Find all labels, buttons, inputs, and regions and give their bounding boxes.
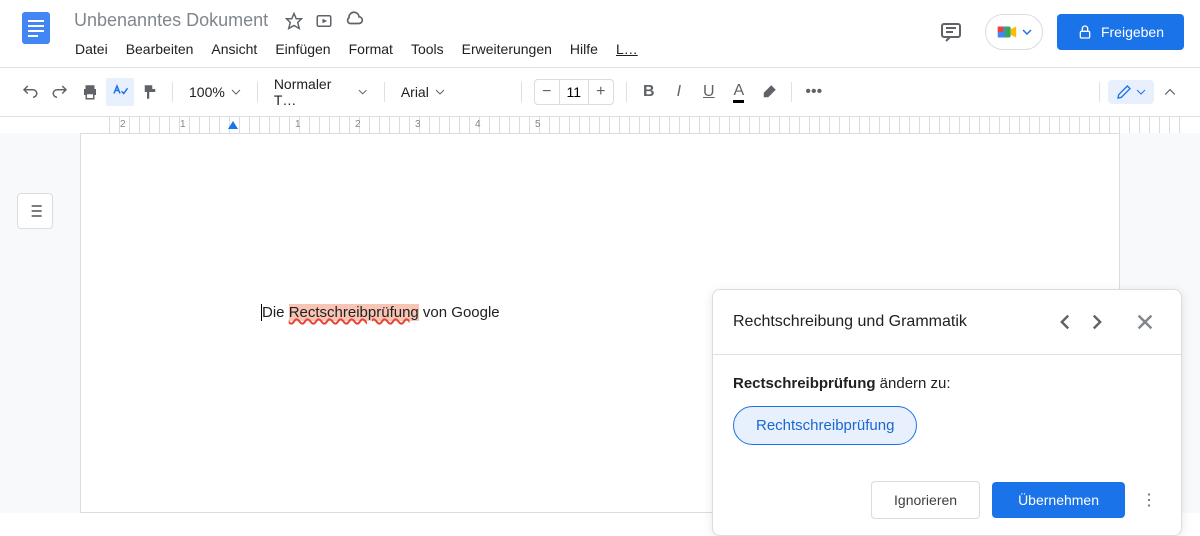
zoom-select[interactable]: 100%: [181, 80, 249, 104]
lock-icon: [1077, 24, 1093, 40]
spelling-error[interactable]: Rectschreibprüfung: [289, 304, 419, 321]
chevron-down-icon: [1136, 87, 1146, 97]
menu-view[interactable]: Ansicht: [204, 37, 264, 61]
font-size-increase[interactable]: +: [589, 80, 613, 104]
undo-button[interactable]: [16, 78, 44, 106]
share-button[interactable]: Freigeben: [1057, 14, 1184, 50]
close-button[interactable]: [1129, 306, 1161, 338]
chevron-down-icon: [358, 87, 367, 97]
menu-file[interactable]: Datei: [68, 37, 115, 61]
document-text[interactable]: Die Rectschreibprüfung von Google: [261, 304, 500, 321]
cloud-icon[interactable]: [344, 11, 364, 31]
text-color-button[interactable]: A: [725, 78, 753, 106]
spellcheck-panel: Rechtschreibung und Grammatik Rectschrei…: [712, 289, 1182, 536]
more-tools-button[interactable]: •••: [800, 78, 828, 106]
indent-marker-icon[interactable]: [228, 121, 238, 129]
change-to-line: Rectschreibprüfung ändern zu:: [733, 375, 1161, 392]
docs-logo[interactable]: [16, 8, 56, 48]
paragraph-style-select[interactable]: Normaler T…: [266, 72, 376, 112]
menu-tools[interactable]: Tools: [404, 37, 451, 61]
highlight-button[interactable]: [755, 78, 783, 106]
document-title[interactable]: Unbenanntes Dokument: [68, 8, 274, 33]
panel-title: Rechtschreibung und Grammatik: [733, 313, 1049, 331]
chevron-down-icon: [435, 87, 445, 97]
print-button[interactable]: [76, 78, 104, 106]
star-icon[interactable]: [284, 11, 304, 31]
next-button[interactable]: [1081, 306, 1113, 338]
move-icon[interactable]: [314, 11, 334, 31]
menu-last-edit[interactable]: L…: [609, 37, 645, 61]
paint-format-button[interactable]: [136, 78, 164, 106]
menu-insert[interactable]: Einfügen: [268, 37, 337, 61]
app-header: Unbenanntes Dokument Datei Bearbeiten An…: [0, 0, 1200, 68]
toolbar: 100% Normaler T… Arial − + B I U A •••: [0, 68, 1200, 117]
ignore-button[interactable]: Ignorieren: [871, 481, 980, 519]
italic-button[interactable]: I: [665, 78, 693, 106]
ruler[interactable]: 2 1 1 2 3 4 5: [100, 117, 1180, 133]
menu-edit[interactable]: Bearbeiten: [119, 37, 201, 61]
comment-history-icon[interactable]: [931, 12, 971, 52]
redo-button[interactable]: [46, 78, 74, 106]
bold-button[interactable]: B: [635, 78, 663, 106]
menu-help[interactable]: Hilfe: [563, 37, 605, 61]
prev-button[interactable]: [1049, 306, 1081, 338]
outline-button[interactable]: [17, 193, 53, 229]
suggestion-pill[interactable]: Rechtschreibprüfung: [733, 406, 917, 445]
chevron-down-icon: [1022, 27, 1032, 37]
font-size-stepper: − +: [534, 79, 614, 105]
menubar: Datei Bearbeiten Ansicht Einfügen Format…: [68, 37, 931, 67]
pencil-icon: [1116, 84, 1132, 100]
chevron-down-icon: [231, 87, 241, 97]
menu-format[interactable]: Format: [342, 37, 400, 61]
accept-button[interactable]: Übernehmen: [992, 482, 1125, 518]
meet-icon: [996, 21, 1018, 43]
share-label: Freigeben: [1101, 24, 1164, 40]
underline-button[interactable]: U: [695, 78, 723, 106]
font-size-decrease[interactable]: −: [535, 80, 559, 104]
font-size-input[interactable]: [559, 80, 589, 104]
editing-mode-button[interactable]: [1108, 80, 1154, 104]
hide-menus-button[interactable]: [1156, 78, 1184, 106]
menu-extensions[interactable]: Erweiterungen: [455, 37, 559, 61]
more-options-button[interactable]: ⋮: [1137, 488, 1161, 512]
meet-button[interactable]: [985, 14, 1043, 50]
font-select[interactable]: Arial: [393, 80, 513, 104]
spellcheck-button[interactable]: [106, 78, 134, 106]
